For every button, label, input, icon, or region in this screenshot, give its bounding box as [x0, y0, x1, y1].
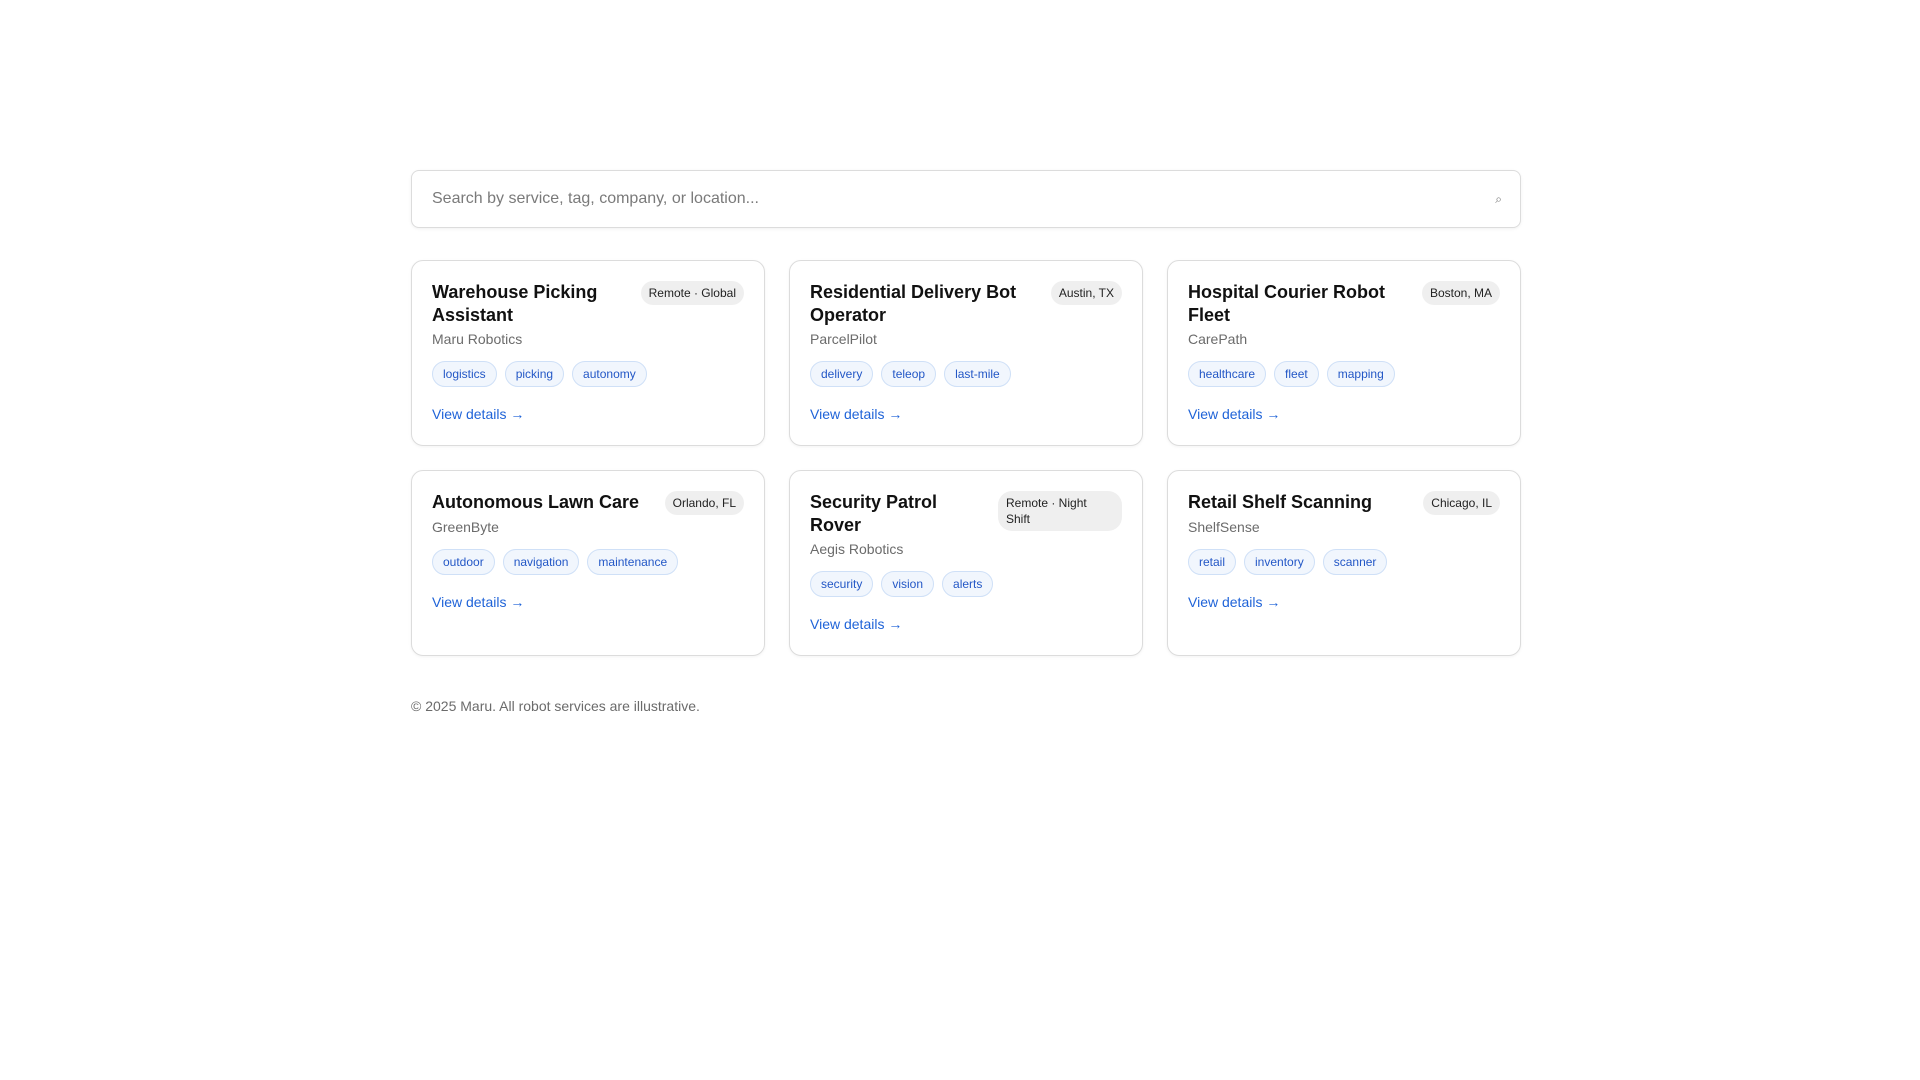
tag-chip[interactable]: scanner [1322, 549, 1388, 575]
tag-list: logistics picking autonomy [432, 361, 744, 387]
company-name: CarePath [1188, 331, 1248, 347]
location-badge: Remote · Global [640, 281, 744, 305]
tag-chip[interactable]: retail [1188, 549, 1237, 575]
card-title: Security Patrol Rover [810, 492, 938, 535]
service-card: Warehouse Picking Assistant Remote · Glo… [411, 260, 765, 446]
service-card: Security Patrol Rover Remote · Night Shi… [789, 470, 1143, 656]
page-container: ⌕ Warehouse Picking Assistant Remote · G… [411, 170, 1521, 714]
company-name: ParcelPilot [810, 331, 877, 347]
service-card: Autonomous Lawn Care Orlando, FL GreenBy… [411, 470, 765, 656]
company-name: Aegis Robotics [810, 541, 904, 557]
view-details-link[interactable]: View details → [810, 405, 902, 423]
tag-list: security vision alerts [810, 571, 1122, 597]
card-title: Residential Delivery Bot Operator [810, 282, 1017, 325]
card-title: Retail Shelf Scanning [1188, 492, 1373, 512]
company-name: ShelfSense [1188, 519, 1260, 535]
tag-chip[interactable]: vision [881, 571, 935, 597]
tag-chip[interactable]: healthcare [1188, 361, 1267, 387]
company-name: Maru Robotics [432, 331, 523, 347]
view-details-link[interactable]: View details → [1188, 593, 1280, 611]
service-card: Retail Shelf Scanning Chicago, IL ShelfS… [1167, 470, 1521, 656]
card-header: Security Patrol Rover Remote · Night Shi… [810, 491, 1122, 537]
search-bar: ⌕ [411, 170, 1521, 228]
card-title: Autonomous Lawn Care [432, 492, 640, 512]
tag-list: healthcare fleet mapping [1188, 361, 1500, 387]
tag-list: retail inventory scanner [1188, 549, 1500, 575]
view-details-link[interactable]: View details → [432, 405, 524, 423]
tag-chip[interactable]: logistics [432, 361, 497, 387]
tag-chip[interactable]: alerts [942, 571, 994, 597]
location-badge: Austin, TX [1050, 281, 1122, 305]
card-header: Warehouse Picking Assistant Remote · Glo… [432, 281, 744, 327]
view-details-link[interactable]: View details → [810, 615, 902, 633]
tag-chip[interactable]: maintenance [587, 549, 679, 575]
tag-chip[interactable]: security [810, 571, 874, 597]
tag-chip[interactable]: navigation [502, 549, 580, 575]
tag-chip[interactable]: last-mile [944, 361, 1011, 387]
search-input[interactable] [412, 171, 1520, 227]
tag-list: outdoor navigation maintenance [432, 549, 744, 575]
tag-list: delivery teleop last-mile [810, 361, 1122, 387]
card-title: Warehouse Picking Assistant [432, 282, 598, 325]
view-details-link[interactable]: View details → [432, 593, 524, 611]
location-badge: Remote · Night Shift [998, 491, 1122, 531]
location-badge: Boston, MA [1421, 281, 1500, 305]
tag-chip[interactable]: outdoor [432, 549, 495, 575]
service-card-grid: Warehouse Picking Assistant Remote · Glo… [411, 260, 1521, 656]
card-header: Residential Delivery Bot Operator Austin… [810, 281, 1122, 327]
card-title: Hospital Courier Robot Fleet [1188, 282, 1385, 325]
view-details-link[interactable]: View details → [1188, 405, 1280, 423]
tag-chip[interactable]: inventory [1244, 549, 1315, 575]
card-header: Autonomous Lawn Care Orlando, FL [432, 491, 744, 515]
tag-chip[interactable]: fleet [1274, 361, 1319, 387]
tag-chip[interactable]: mapping [1326, 361, 1395, 387]
card-header: Hospital Courier Robot Fleet Boston, MA [1188, 281, 1500, 327]
tag-chip[interactable]: delivery [810, 361, 874, 387]
location-badge: Chicago, IL [1423, 491, 1500, 515]
location-badge: Orlando, FL [664, 491, 744, 515]
tag-chip[interactable]: autonomy [572, 361, 647, 387]
tag-chip[interactable]: picking [504, 361, 565, 387]
tag-chip[interactable]: teleop [881, 361, 937, 387]
service-card: Residential Delivery Bot Operator Austin… [789, 260, 1143, 446]
card-header: Retail Shelf Scanning Chicago, IL [1188, 491, 1500, 515]
company-name: GreenByte [432, 519, 499, 535]
search-icon[interactable]: ⌕ [1495, 193, 1502, 205]
footer-text: © 2025 Maru. All robot services are illu… [411, 698, 700, 714]
service-card: Hospital Courier Robot Fleet Boston, MA … [1167, 260, 1521, 446]
